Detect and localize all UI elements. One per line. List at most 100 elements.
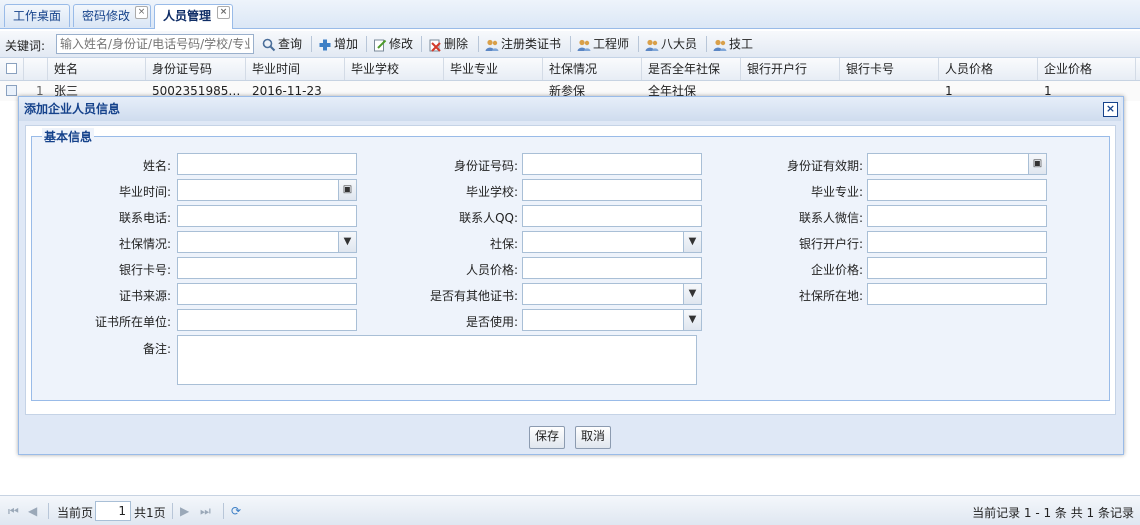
keyword-label: 关键词: xyxy=(5,39,46,53)
add-button[interactable]: 增加 xyxy=(318,36,358,54)
qq-label: 联系人QQ: xyxy=(459,211,518,225)
social-status-select[interactable]: ▼ xyxy=(177,231,357,253)
tab-workbench[interactable]: 工作桌面 xyxy=(4,4,70,27)
grad-school-input[interactable] xyxy=(522,179,702,201)
column-header[interactable]: 身份证号码 xyxy=(146,58,246,80)
bank-label: 银行开户行: xyxy=(798,237,863,251)
next-page-icon[interactable]: ▶ xyxy=(180,504,189,518)
social-location-label: 社保所在地: xyxy=(798,289,863,303)
name-label: 姓名: xyxy=(142,159,171,173)
first-page-icon[interactable]: ⏮ xyxy=(8,504,19,519)
delete-icon xyxy=(429,39,441,52)
total-pages-label: 共1页 xyxy=(134,506,166,520)
edit-button[interactable]: 修改 xyxy=(373,36,413,54)
column-header[interactable]: 毕业专业 xyxy=(444,58,543,80)
social-label: 社保: xyxy=(489,237,518,251)
grid-header: 姓名 身份证号码 毕业时间 毕业学校 毕业专业 社保情况 是否全年社保 银行开户… xyxy=(0,58,1140,81)
social-status-label: 社保情况: xyxy=(118,237,171,251)
in-use-select[interactable]: ▼ xyxy=(522,309,702,331)
wechat-label: 联系人微信: xyxy=(798,211,863,225)
header-select-all[interactable] xyxy=(0,58,24,80)
dialog-title: 添加企业人员信息 xyxy=(19,97,1121,121)
column-header[interactable]: 毕业学校 xyxy=(345,58,444,80)
delete-button[interactable]: 删除 xyxy=(428,36,468,54)
phone-label: 联系电话: xyxy=(118,211,171,225)
chevron-down-icon[interactable]: ▼ xyxy=(683,284,701,304)
column-header[interactable]: 企业价格 xyxy=(1038,58,1136,80)
search-input[interactable] xyxy=(56,34,254,54)
checkbox[interactable] xyxy=(6,85,17,96)
wechat-input[interactable] xyxy=(867,205,1047,227)
close-icon[interactable]: × xyxy=(1103,102,1118,117)
users-icon xyxy=(645,39,659,51)
calendar-icon[interactable]: ▣ xyxy=(338,180,356,200)
dialog-body: 基本信息 姓名: 身份证号码: 身份证有效期: ▣ 毕业时间: ▣ 毕业学校: … xyxy=(25,125,1116,415)
save-button[interactable]: 保存 xyxy=(529,426,566,449)
social-select[interactable]: ▼ xyxy=(522,231,702,253)
person-price-input[interactable] xyxy=(522,257,702,279)
header-rownum xyxy=(24,58,48,80)
column-header[interactable]: 银行卡号 xyxy=(840,58,939,80)
qq-input[interactable] xyxy=(522,205,702,227)
calendar-icon[interactable]: ▣ xyxy=(1028,154,1046,174)
in-use-label: 是否使用: xyxy=(465,315,518,329)
phone-input[interactable] xyxy=(177,205,357,227)
other-cert-select[interactable]: ▼ xyxy=(522,283,702,305)
cert-source-input[interactable] xyxy=(177,283,357,305)
column-header[interactable]: 人员价格 xyxy=(939,58,1038,80)
pagination-bar: ⏮ ◀ 当前页 1 共1页 ▶ ⏭ ⟳ 当前记录 1 - 1 条 共 1 条记录 xyxy=(0,495,1140,525)
chevron-down-icon[interactable]: ▼ xyxy=(683,310,701,330)
add-icon xyxy=(319,39,331,50)
column-header[interactable]: 毕业时间 xyxy=(246,58,345,80)
users-icon xyxy=(713,39,727,51)
chevron-down-icon[interactable]: ▼ xyxy=(338,232,356,252)
id-valid-date-field[interactable]: ▣ xyxy=(867,153,1047,175)
toolbar: 关键词: 查询 增加 修改 删除 注册类证书 工程师 八大员 技工 xyxy=(0,31,1140,58)
checkbox[interactable] xyxy=(6,63,17,74)
technician-button[interactable]: 技工 xyxy=(713,36,753,54)
users-icon xyxy=(577,39,591,51)
search-button[interactable]: 查询 xyxy=(262,36,302,54)
basic-info-fieldset: 基本信息 姓名: 身份证号码: 身份证有效期: ▣ 毕业时间: ▣ 毕业学校: … xyxy=(31,128,1110,401)
page-number-input[interactable]: 1 xyxy=(95,501,131,521)
id-number-label: 身份证号码: xyxy=(453,159,518,173)
chevron-down-icon[interactable]: ▼ xyxy=(683,232,701,252)
bank-input[interactable] xyxy=(867,231,1047,253)
prev-page-icon[interactable]: ◀ xyxy=(28,504,37,518)
column-header[interactable]: 银行开户行 xyxy=(741,58,840,80)
last-page-icon[interactable]: ⏭ xyxy=(200,504,211,519)
grad-time-label: 毕业时间: xyxy=(118,185,171,199)
column-header[interactable]: 姓名 xyxy=(48,58,146,80)
id-valid-label: 身份证有效期: xyxy=(786,159,863,173)
other-cert-label: 是否有其他证书: xyxy=(429,289,518,303)
name-input[interactable] xyxy=(177,153,357,175)
tab-personnel[interactable]: 人员管理 × xyxy=(154,4,233,29)
company-price-input[interactable] xyxy=(867,257,1047,279)
grad-time-date-field[interactable]: ▣ xyxy=(177,179,357,201)
column-header[interactable]: 社保情况 xyxy=(543,58,642,80)
add-person-dialog: 添加企业人员信息 × 基本信息 姓名: 身份证号码: 身份证有效期: ▣ 毕业时… xyxy=(18,96,1124,455)
id-number-input[interactable] xyxy=(522,153,702,175)
remark-label: 备注: xyxy=(142,342,171,356)
cert-unit-input[interactable] xyxy=(177,309,357,331)
current-page-label: 当前页 xyxy=(57,506,94,520)
close-tab-icon[interactable]: × xyxy=(135,6,148,19)
engineer-button[interactable]: 工程师 xyxy=(577,36,629,54)
close-tab-icon[interactable]: × xyxy=(217,6,230,19)
eight-staff-button[interactable]: 八大员 xyxy=(645,36,697,54)
tab-bar: 工作桌面 密码修改 × 人员管理 × xyxy=(0,0,1140,29)
remark-textarea[interactable] xyxy=(177,335,697,385)
cert-button[interactable]: 注册类证书 xyxy=(485,36,561,54)
record-summary: 当前记录 1 - 1 条 共 1 条记录 xyxy=(972,506,1134,520)
cert-unit-label: 证书所在单位: xyxy=(94,315,171,329)
grad-major-input[interactable] xyxy=(867,179,1047,201)
card-input[interactable] xyxy=(177,257,357,279)
refresh-icon[interactable]: ⟳ xyxy=(231,504,241,518)
fieldset-legend: 基本信息 xyxy=(42,128,95,145)
cert-source-label: 证书来源: xyxy=(118,289,171,303)
grad-major-label: 毕业专业: xyxy=(810,185,863,199)
social-location-input[interactable] xyxy=(867,283,1047,305)
tab-password[interactable]: 密码修改 × xyxy=(73,4,151,27)
column-header[interactable]: 是否全年社保 xyxy=(642,58,741,80)
cancel-button[interactable]: 取消 xyxy=(575,426,612,449)
